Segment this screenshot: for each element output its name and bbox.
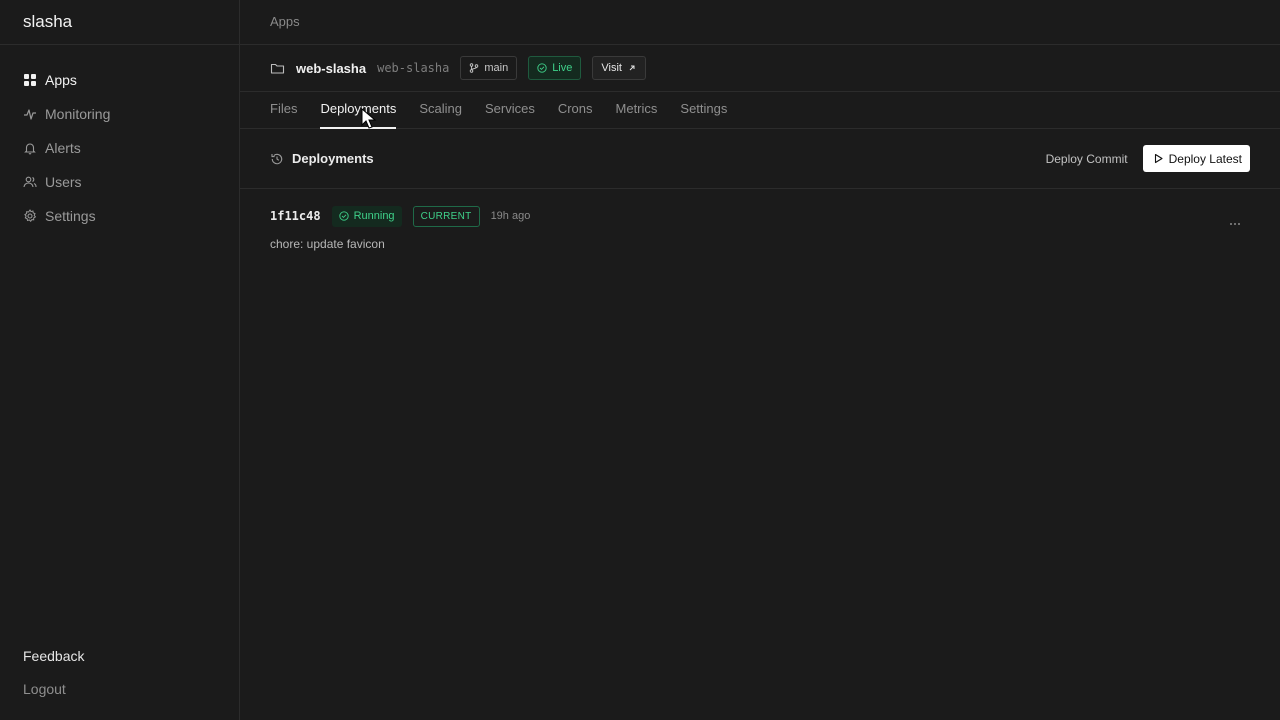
tab-services[interactable]: Services [485, 101, 535, 128]
users-icon [23, 175, 37, 189]
gear-icon [23, 209, 37, 223]
sidebar-footer: Feedback Logout [0, 640, 239, 720]
commit-message: chore: update favicon [270, 237, 385, 251]
deployments-header: Deployments Deploy Commit Deploy Latest [240, 129, 1280, 189]
breadcrumb: Apps [240, 0, 1280, 45]
running-status-label: Running [353, 210, 395, 222]
deploy-timestamp: 19h ago [490, 210, 531, 222]
commit-hash[interactable]: 1f11c48 [270, 209, 321, 223]
running-status-badge: Running [331, 205, 402, 227]
branch-label: main [484, 62, 509, 74]
visit-label: Visit [601, 62, 622, 74]
deploy-latest-button[interactable]: Deploy Latest [1142, 145, 1250, 172]
external-link-icon [629, 65, 635, 71]
feedback-link[interactable]: Feedback [0, 640, 239, 673]
app-name: web-slasha [296, 60, 367, 76]
sidebar-item-label: Settings [45, 208, 96, 224]
sidebar: slasha Apps Monitoring Alerts Users Sett… [0, 0, 240, 720]
bell-icon [23, 141, 37, 155]
sidebar-item-apps[interactable]: Apps [0, 63, 239, 97]
app-slug: web-slasha [377, 61, 450, 75]
sidebar-item-label: Users [45, 174, 82, 190]
sidebar-nav: Apps Monitoring Alerts Users Settings [0, 45, 239, 233]
deployments-title: Deployments [292, 151, 374, 166]
tab-deployments[interactable]: Deployments [320, 101, 396, 129]
tab-settings[interactable]: Settings [680, 101, 727, 128]
sidebar-item-label: Apps [45, 72, 77, 88]
folder-icon [270, 61, 285, 76]
sidebar-item-settings[interactable]: Settings [0, 199, 239, 233]
live-status-label: Live [552, 62, 573, 74]
branch-badge: main [460, 56, 518, 80]
main-content: Apps web-slasha web-slasha main Live Vis… [240, 0, 1280, 720]
current-badge: CURRENT [412, 205, 480, 227]
grid-icon [23, 73, 37, 87]
sidebar-item-label: Alerts [45, 140, 81, 156]
deploy-latest-label: Deploy Latest [1168, 151, 1242, 166]
sidebar-item-alerts[interactable]: Alerts [0, 131, 239, 165]
live-status-badge: Live [528, 56, 582, 80]
pulse-icon [23, 107, 37, 121]
check-circle-icon [537, 63, 547, 73]
sidebar-item-users[interactable]: Users [0, 165, 239, 199]
app-tabs: Files Deployments Scaling Services Crons… [240, 92, 1280, 129]
tab-scaling[interactable]: Scaling [419, 101, 462, 128]
git-branch-icon [470, 63, 479, 73]
play-icon [1154, 153, 1163, 164]
sidebar-item-label: Monitoring [45, 106, 111, 122]
tab-files[interactable]: Files [270, 101, 297, 128]
tab-metrics[interactable]: Metrics [616, 101, 658, 128]
breadcrumb-apps[interactable]: Apps [270, 14, 300, 29]
tab-crons[interactable]: Crons [558, 101, 593, 128]
visit-button[interactable]: Visit [592, 56, 646, 80]
history-icon [270, 152, 284, 166]
deploy-commit-button[interactable]: Deploy Commit [1046, 152, 1128, 166]
more-options-icon[interactable] [1228, 217, 1242, 231]
app-root: slasha Apps Monitoring Alerts Users Sett… [0, 0, 1280, 720]
logout-link[interactable]: Logout [0, 673, 239, 706]
check-circle-icon [338, 211, 349, 221]
sidebar-item-monitoring[interactable]: Monitoring [0, 97, 239, 131]
deployment-row[interactable]: 1f11c48 Running CURRENT 19h ago chore: u… [240, 189, 1280, 269]
app-header: web-slasha web-slasha main Live Visit [240, 45, 1280, 92]
brand-logo[interactable]: slasha [0, 0, 239, 45]
